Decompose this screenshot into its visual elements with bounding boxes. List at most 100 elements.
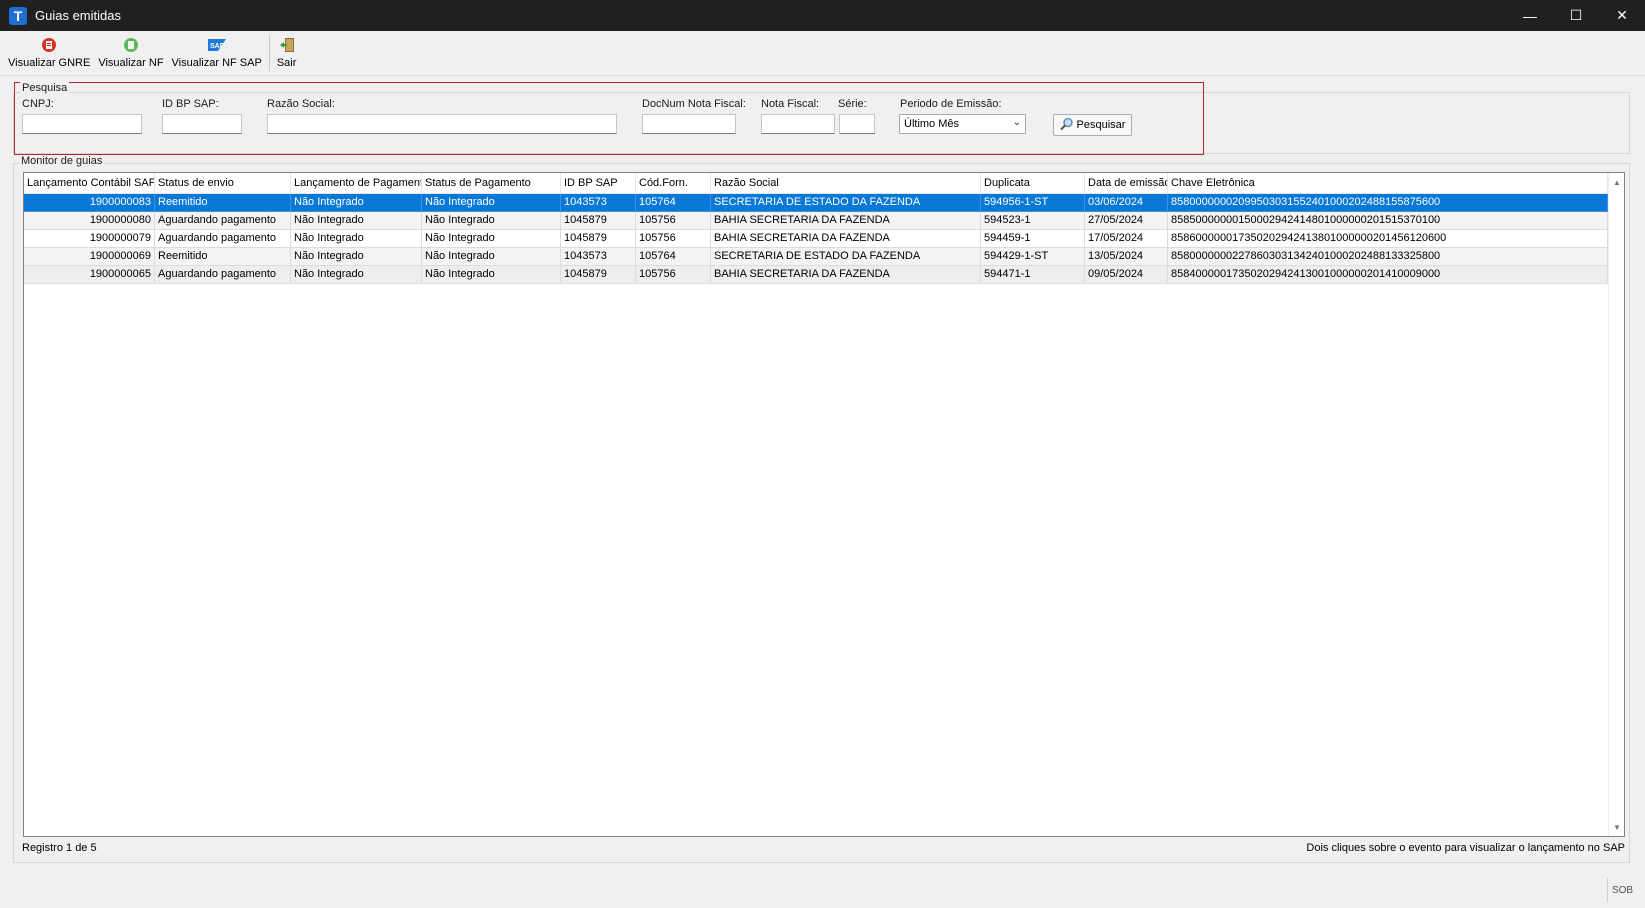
- column-header[interactable]: Status de envio: [155, 173, 291, 194]
- nota-fiscal-label: Nota Fiscal:: [761, 98, 820, 110]
- table-row[interactable]: 1900000080 Aguardando pagamento Não Inte…: [24, 212, 1608, 230]
- table-cell: 8585000000015000294241480100000020151537…: [1168, 212, 1608, 230]
- docnum-input[interactable]: [642, 114, 736, 134]
- title-bar: T Guias emitidas — ☐ ✕: [0, 0, 1645, 31]
- column-header[interactable]: Duplicata: [981, 173, 1085, 194]
- sair-label: Sair: [276, 57, 297, 69]
- cnpj-input[interactable]: [22, 114, 142, 134]
- sap-logo-icon: SAP: [207, 36, 226, 54]
- table-row[interactable]: 1900000079 Aguardando pagamento Não Inte…: [24, 230, 1608, 248]
- table-row[interactable]: 1900000065 Aguardando pagamento Não Inte…: [24, 266, 1608, 284]
- column-header[interactable]: Data de emissão: [1085, 173, 1168, 194]
- table-cell: 03/06/2024: [1085, 194, 1168, 212]
- visualizar-gnre-button[interactable]: Visualizar GNRE: [4, 31, 94, 75]
- table-cell: 1900000069: [24, 248, 155, 266]
- table-cell: SECRETARIA DE ESTADO DA FAZENDA: [711, 248, 981, 266]
- table-cell: Não Integrado: [291, 266, 422, 284]
- table-cell: SECRETARIA DE ESTADO DA FAZENDA: [711, 194, 981, 212]
- table-cell: 1900000065: [24, 266, 155, 284]
- visualizar-nf-label: Visualizar NF: [98, 57, 164, 69]
- maximize-button[interactable]: ☐: [1553, 0, 1599, 31]
- table-cell: 594471-1: [981, 266, 1085, 284]
- id-bp-sap-label: ID BP SAP:: [162, 98, 219, 110]
- table-cell: 27/05/2024: [1085, 212, 1168, 230]
- toolbar-separator: [268, 35, 270, 71]
- table-cell: 1045879: [561, 266, 636, 284]
- visualizar-gnre-label: Visualizar GNRE: [8, 57, 91, 69]
- vertical-scrollbar[interactable]: ▲ ▼: [1608, 173, 1624, 836]
- razao-social-label: Razão Social:: [267, 98, 335, 110]
- nota-fiscal-input[interactable]: [761, 114, 835, 134]
- table-cell: Não Integrado: [422, 194, 561, 212]
- toolbar: Visualizar GNRE Visualizar NF SAP Visual…: [0, 31, 1645, 76]
- table-cell: Não Integrado: [422, 212, 561, 230]
- column-header[interactable]: Razão Social: [711, 173, 981, 194]
- cnpj-label: CNPJ:: [22, 98, 54, 110]
- search-group-title: Pesquisa: [20, 82, 70, 94]
- table-cell: Não Integrado: [291, 194, 422, 212]
- pesquisar-label: Pesquisar: [1076, 119, 1126, 131]
- column-header[interactable]: Chave Eletrônica: [1168, 173, 1608, 194]
- pesquisar-button[interactable]: Pesquisar: [1053, 114, 1132, 136]
- table-cell: Não Integrado: [291, 230, 422, 248]
- periodo-label: Periodo de Emissão:: [900, 98, 1002, 110]
- table-cell: 105756: [636, 266, 711, 284]
- chevron-down-icon: ⌄: [1012, 117, 1021, 128]
- periodo-select[interactable]: Último Mês ⌄: [899, 114, 1026, 134]
- table-cell: 09/05/2024: [1085, 266, 1168, 284]
- visualizar-nf-sap-label: Visualizar NF SAP: [171, 57, 262, 69]
- razao-social-input[interactable]: [267, 114, 617, 134]
- serie-input[interactable]: [839, 114, 875, 134]
- column-header[interactable]: Status de Pagamento: [422, 173, 561, 194]
- close-button[interactable]: ✕: [1599, 0, 1645, 31]
- table-cell: Não Integrado: [422, 248, 561, 266]
- table-cell: 17/05/2024: [1085, 230, 1168, 248]
- column-header[interactable]: ID BP SAP: [561, 173, 636, 194]
- record-count: Registro 1 de 5: [22, 842, 97, 854]
- docnum-label: DocNum Nota Fiscal:: [642, 98, 746, 110]
- table-cell: Reemitido: [155, 194, 291, 212]
- table-cell: 105756: [636, 212, 711, 230]
- table-cell: BAHIA SECRETARIA DA FAZENDA: [711, 212, 981, 230]
- table-cell: Aguardando pagamento: [155, 212, 291, 230]
- table-cell: 594956-1-ST: [981, 194, 1085, 212]
- status-bar: [0, 875, 1645, 908]
- periodo-value: Último Mês: [904, 118, 960, 130]
- table-cell: 1900000080: [24, 212, 155, 230]
- table-cell: 1043573: [561, 248, 636, 266]
- scroll-up-icon[interactable]: ▲: [1609, 174, 1624, 190]
- sair-button[interactable]: Sair: [273, 31, 301, 75]
- scroll-down-icon[interactable]: ▼: [1609, 819, 1624, 835]
- monitor-group-title: Monitor de guias: [19, 155, 105, 167]
- guias-grid[interactable]: Lançamento Contábil SAP Status de envio …: [23, 172, 1625, 837]
- visualizar-nf-sap-button[interactable]: SAP Visualizar NF SAP: [168, 31, 266, 75]
- table-cell: 105756: [636, 230, 711, 248]
- table-cell: 594523-1: [981, 212, 1085, 230]
- table-cell: Não Integrado: [422, 230, 561, 248]
- column-header[interactable]: Lançamento de Pagamento: [291, 173, 422, 194]
- table-cell: Não Integrado: [291, 212, 422, 230]
- visualizar-nf-button[interactable]: Visualizar NF: [94, 31, 167, 75]
- svg-text:SAP: SAP: [210, 43, 225, 50]
- table-row[interactable]: 1900000083 Reemitido Não Integrado Não I…: [24, 194, 1608, 212]
- table-cell: 13/05/2024: [1085, 248, 1168, 266]
- table-cell: Aguardando pagamento: [155, 266, 291, 284]
- id-bp-sap-input[interactable]: [162, 114, 242, 134]
- table-cell: 8586000000173502029424138010000002014561…: [1168, 230, 1608, 248]
- table-cell: 8580000000209950303155240100020248815587…: [1168, 194, 1608, 212]
- green-document-icon: [122, 36, 140, 54]
- column-header[interactable]: Lançamento Contábil SAP: [24, 173, 155, 194]
- minimize-button[interactable]: —: [1507, 0, 1553, 31]
- exit-door-icon: [278, 36, 296, 54]
- grid-hint: Dois cliques sobre o evento para visuali…: [1306, 842, 1625, 854]
- column-header[interactable]: Cód.Forn.: [636, 173, 711, 194]
- table-cell: 1900000079: [24, 230, 155, 248]
- table-cell: 8580000000227860303134240100020248813332…: [1168, 248, 1608, 266]
- table-cell: Aguardando pagamento: [155, 230, 291, 248]
- table-cell: Reemitido: [155, 248, 291, 266]
- table-cell: 594459-1: [981, 230, 1085, 248]
- table-cell: Não Integrado: [422, 266, 561, 284]
- table-cell: Não Integrado: [291, 248, 422, 266]
- grid-body: 1900000083 Reemitido Não Integrado Não I…: [24, 194, 1608, 284]
- table-row[interactable]: 1900000069 Reemitido Não Integrado Não I…: [24, 248, 1608, 266]
